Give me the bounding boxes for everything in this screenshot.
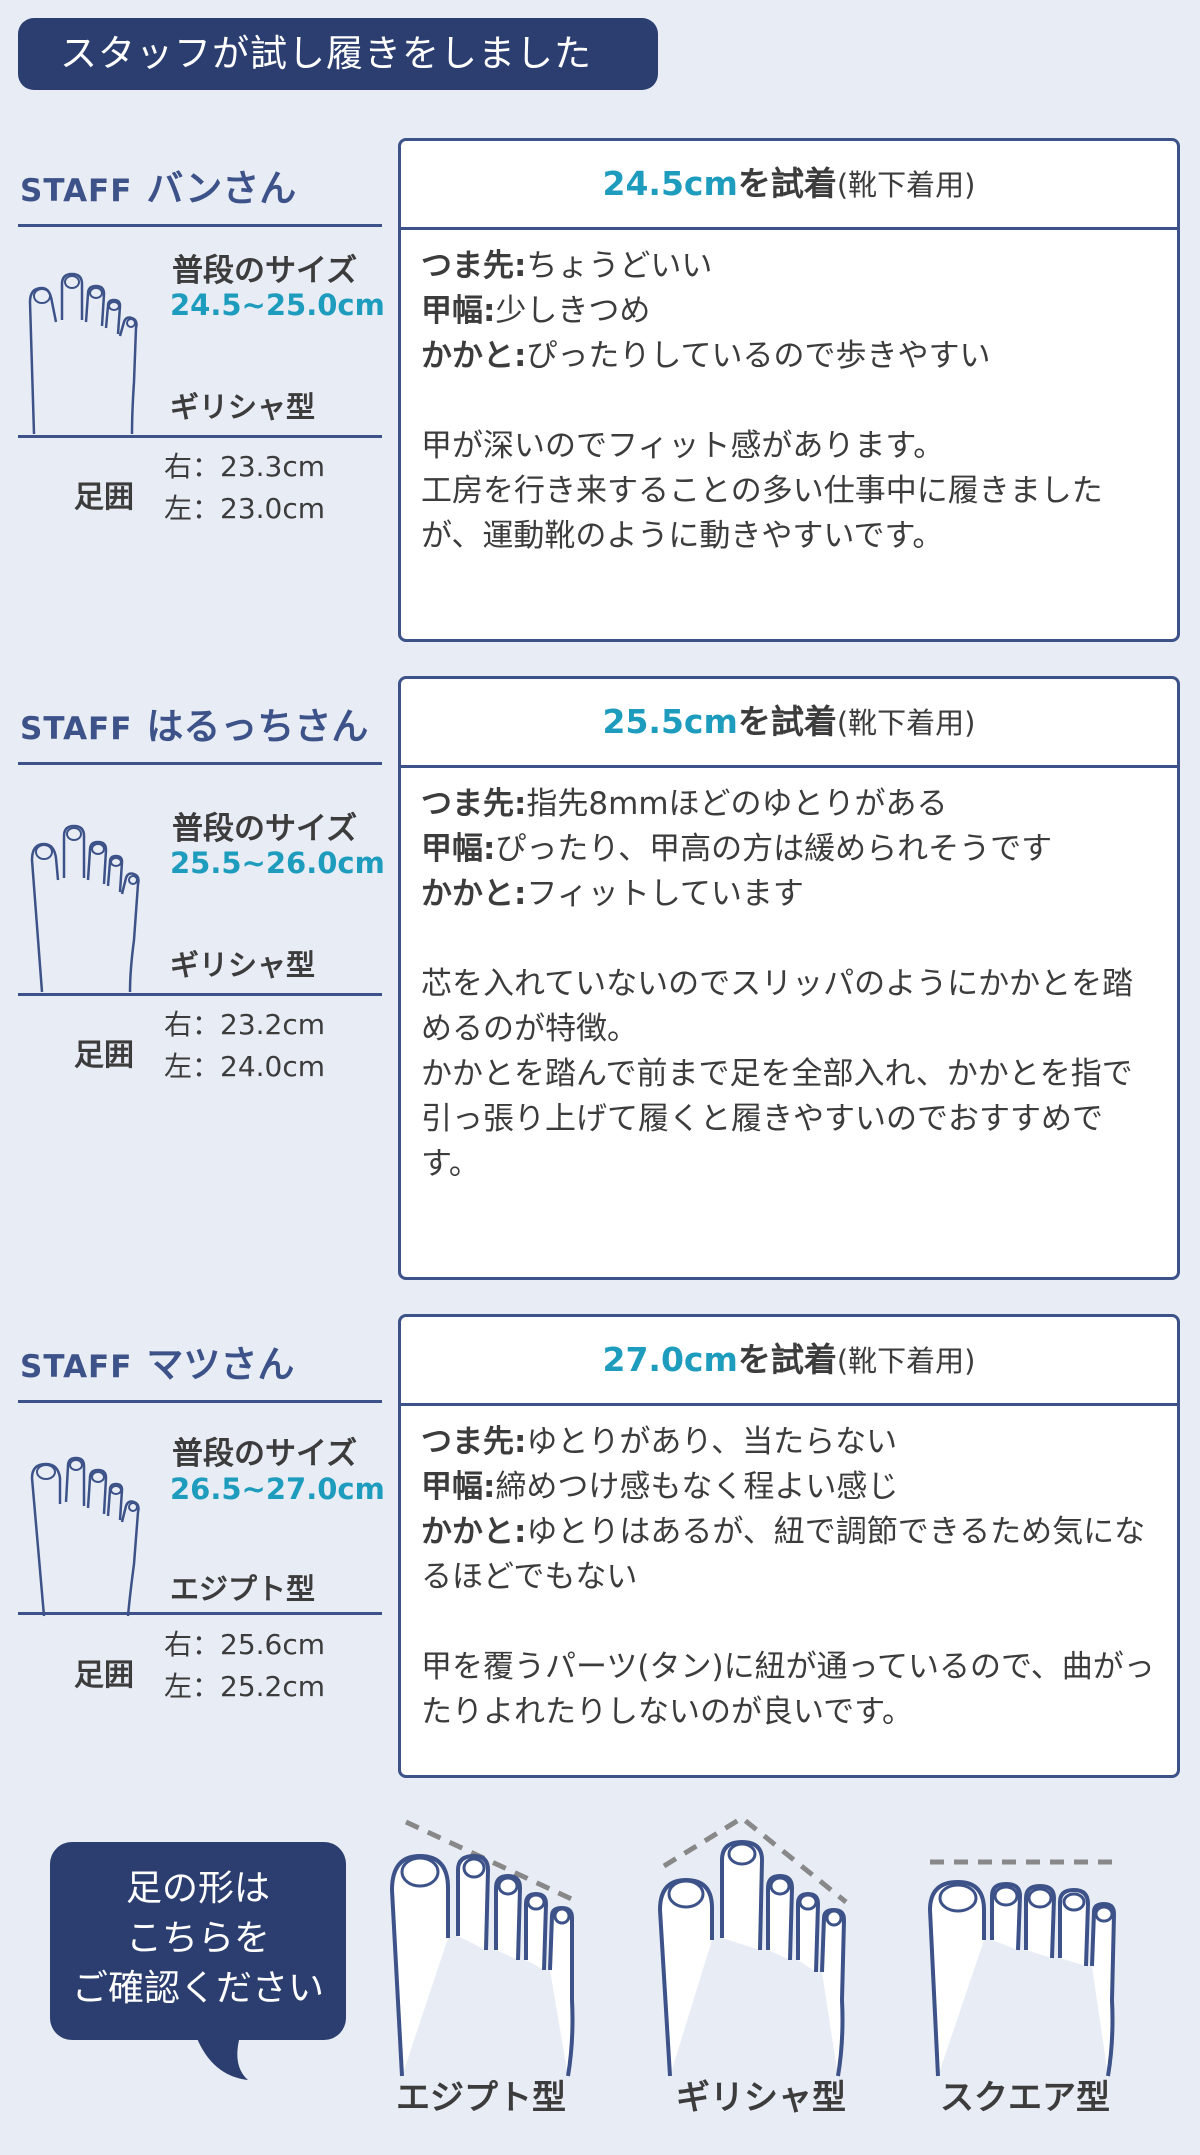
divider bbox=[18, 762, 382, 765]
usual-size-value: 25.5~26.0cm bbox=[170, 846, 385, 880]
foot-greek-icon bbox=[28, 272, 138, 435]
staff-name-text: バンさん bbox=[146, 167, 297, 210]
shape-label-square: スクエア型 bbox=[940, 2078, 1110, 2118]
foot-type: ギリシャ型 bbox=[170, 948, 316, 982]
foot-square-icon bbox=[927, 1859, 1117, 2077]
review-card-3: 27.0cmを試着(靴下着用) つま先:ゆとりがあり、当たらない 甲幅:締めつけ… bbox=[398, 1314, 1180, 1778]
toe-label: つま先: bbox=[421, 248, 527, 284]
girth-right: 右：23.3cm bbox=[164, 450, 326, 483]
divider bbox=[18, 1400, 382, 1403]
girth-left: 左：23.0cm bbox=[164, 492, 326, 525]
comment-text: 甲を覆うパーツ(タン)に紐が通っているので、曲がったりよれたりしないのが良いです… bbox=[421, 1649, 1155, 1730]
girth-label: 足囲 bbox=[74, 1658, 134, 1693]
staff-label: STAFF bbox=[20, 173, 133, 209]
divider bbox=[18, 435, 382, 438]
staff-name-text: マツさん bbox=[146, 1343, 295, 1386]
staff-label: STAFF bbox=[20, 711, 133, 747]
heel-text: フィットしています bbox=[526, 876, 804, 912]
shape-label-egyptian: エジプト型 bbox=[396, 2078, 566, 2118]
tried-size: 24.5cm bbox=[602, 164, 738, 203]
comment-text: 甲が深いのでフィット感があります。 工房を行き来することの多い仕事中に履きました… bbox=[421, 428, 1103, 554]
toe-label: つま先: bbox=[421, 786, 527, 822]
girth-left: 左：24.0cm bbox=[164, 1050, 326, 1083]
instep-text: 少しきつめ bbox=[495, 293, 651, 329]
foot-greek-icon bbox=[657, 1814, 848, 2077]
review-card-2: 25.5cmを試着(靴下着用) つま先:指先8mmほどのゆとりがある 甲幅:ぴっ… bbox=[398, 676, 1180, 1280]
card-body: つま先:ゆとりがあり、当たらない 甲幅:締めつけ感もなく程よい感じ かかと:ゆと… bbox=[401, 1406, 1177, 1735]
card-body: つま先:ちょうどいい 甲幅:少しきつめ かかと:ぴったりしているので歩きやすい … bbox=[401, 230, 1177, 559]
toe-text: ちょうどいい bbox=[526, 248, 713, 284]
speech-bubble: 足の形は こちらを ご確認ください bbox=[50, 1842, 346, 2040]
staff-name: STAFF マツさん bbox=[20, 1334, 294, 1388]
divider bbox=[18, 993, 382, 996]
card-header: 25.5cmを試着(靴下着用) bbox=[401, 679, 1177, 768]
girth-right: 右：23.2cm bbox=[164, 1008, 326, 1041]
page-title: スタッフが試し履きをしました bbox=[18, 18, 658, 90]
tried-suffix: を試着 bbox=[737, 702, 837, 741]
foot-type: ギリシャ型 bbox=[170, 390, 316, 424]
staff-name: STAFF バンさん bbox=[20, 158, 296, 212]
instep-label: 甲幅: bbox=[421, 1469, 496, 1505]
tried-size: 27.0cm bbox=[602, 1340, 738, 1379]
heel-label: かかと: bbox=[421, 338, 527, 374]
instep-label: 甲幅: bbox=[421, 293, 496, 329]
sock-note: (靴下着用) bbox=[836, 706, 976, 740]
heel-label: かかと: bbox=[421, 1514, 527, 1550]
divider bbox=[18, 1612, 382, 1615]
girth-label: 足囲 bbox=[74, 1038, 134, 1073]
sock-note: (靴下着用) bbox=[836, 1344, 976, 1378]
review-card-1: 24.5cmを試着(靴下着用) つま先:ちょうどいい 甲幅:少しきつめ かかと:… bbox=[398, 138, 1180, 642]
instep-label: 甲幅: bbox=[421, 831, 496, 867]
tried-size: 25.5cm bbox=[602, 702, 738, 741]
card-header: 24.5cmを試着(靴下着用) bbox=[401, 141, 1177, 230]
girth-values: 右：23.3cm 左：23.0cm bbox=[164, 446, 325, 530]
staff-name-text: はるっちさん bbox=[146, 705, 369, 748]
tried-suffix: を試着 bbox=[737, 164, 837, 203]
usual-size-label: 普段のサイズ bbox=[172, 1436, 358, 1472]
instep-text: ぴったり、甲高の方は緩められそうです bbox=[495, 831, 1053, 867]
card-header: 27.0cmを試着(靴下着用) bbox=[401, 1317, 1177, 1406]
toe-text: 指先8mmほどのゆとりがある bbox=[526, 786, 948, 822]
bubble-tail-icon bbox=[196, 2036, 248, 2080]
instep-text: 締めつけ感もなく程よい感じ bbox=[495, 1469, 899, 1505]
toe-text: ゆとりがあり、当たらない bbox=[526, 1424, 898, 1460]
girth-left: 左：25.2cm bbox=[164, 1670, 326, 1703]
usual-size-label: 普段のサイズ bbox=[172, 253, 358, 289]
usual-size-value: 26.5~27.0cm bbox=[170, 1472, 385, 1506]
usual-size-value: 24.5~25.0cm bbox=[170, 288, 385, 322]
tried-suffix: を試着 bbox=[737, 1340, 837, 1379]
sock-note: (靴下着用) bbox=[836, 168, 976, 202]
foot-type: エジプト型 bbox=[170, 1572, 316, 1606]
girth-right: 右：25.6cm bbox=[164, 1628, 326, 1661]
heel-label: かかと: bbox=[421, 876, 527, 912]
girth-values: 右：23.2cm 左：24.0cm bbox=[164, 1004, 325, 1088]
heel-text: ゆとりはあるが、紐で調節できるため気になるほどでもない bbox=[421, 1514, 1146, 1595]
card-body: つま先:指先8mmほどのゆとりがある 甲幅:ぴったり、甲高の方は緩められそうです… bbox=[401, 768, 1177, 1187]
shape-label-greek: ギリシャ型 bbox=[676, 2078, 846, 2118]
heel-text: ぴったりしているので歩きやすい bbox=[526, 338, 991, 374]
divider bbox=[18, 224, 382, 227]
bubble-text: 足の形は こちらを ご確認ください bbox=[71, 1868, 324, 2009]
usual-size-label: 普段のサイズ bbox=[172, 811, 358, 847]
foot-egyptian-icon bbox=[389, 1819, 580, 2077]
comment-text: 芯を入れていないのでスリッパのようにかかとを踏めるのが特徴。 かかとを踏んで前ま… bbox=[421, 966, 1134, 1182]
girth-values: 右：25.6cm 左：25.2cm bbox=[164, 1624, 325, 1708]
staff-name: STAFF はるっちさん bbox=[20, 696, 368, 750]
toe-label: つま先: bbox=[421, 1424, 527, 1460]
foot-egyptian-icon bbox=[30, 1456, 140, 1617]
staff-label: STAFF bbox=[20, 1349, 133, 1385]
foot-greek-icon bbox=[30, 824, 140, 993]
girth-label: 足囲 bbox=[74, 480, 134, 515]
